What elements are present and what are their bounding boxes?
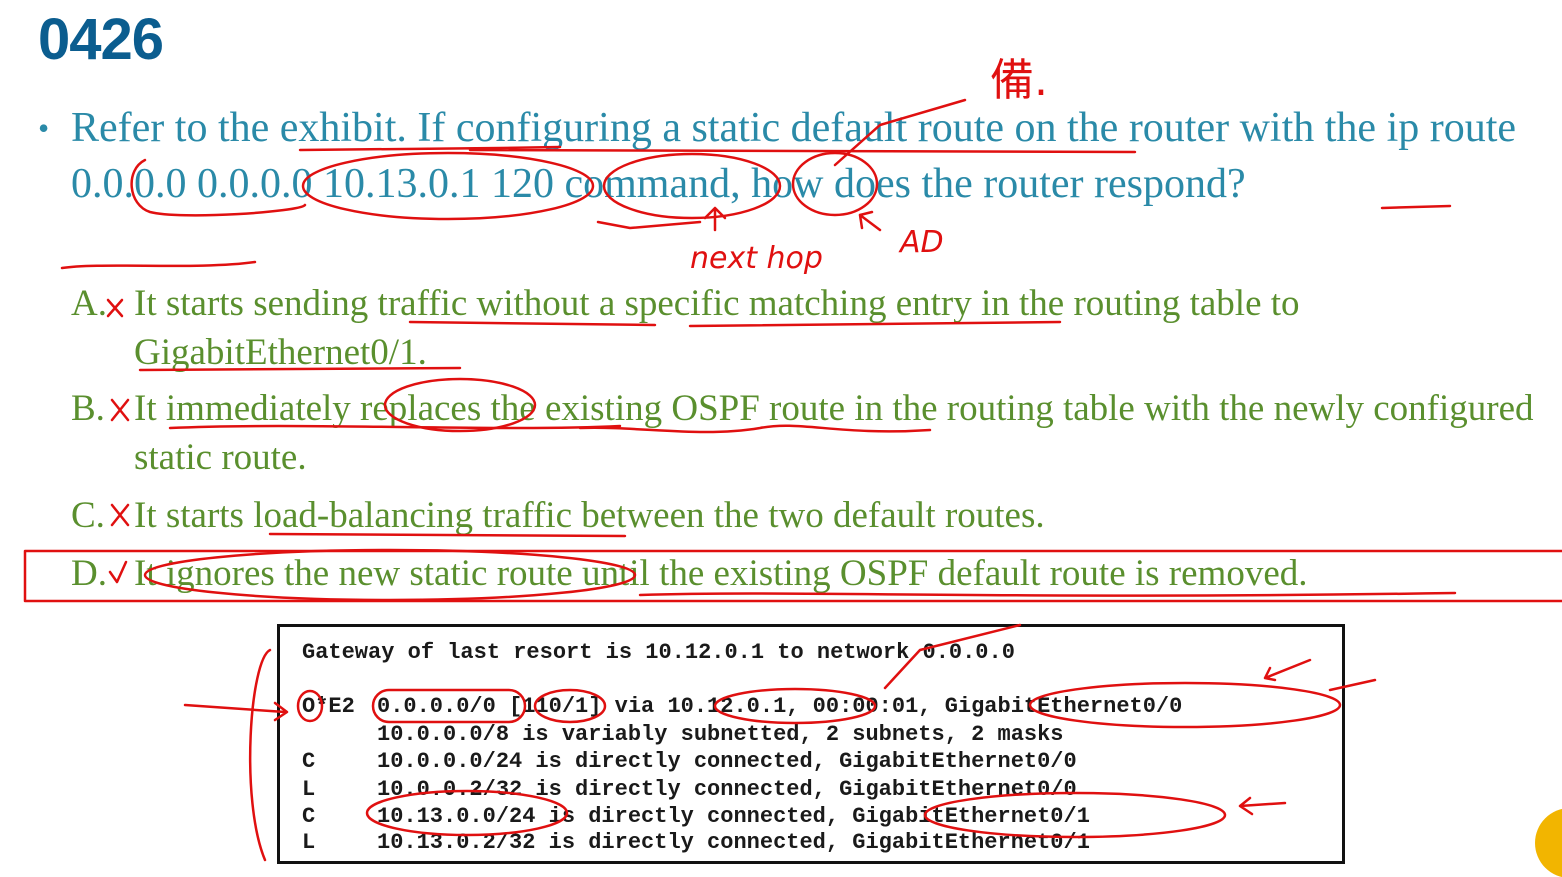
route-entry: 10.13.0.2/32 is directly connected, Giga… [377, 830, 1090, 855]
slide-title: 0426 [38, 7, 164, 72]
annotation-arrow [183, 701, 289, 722]
annotation-text-top: 備. [990, 55, 1048, 106]
option-c-letter: C. [71, 495, 105, 536]
annotation-underline [596, 220, 702, 230]
annotation-text-next-hop: next hop [690, 241, 823, 276]
option-b-text: It immediately replaces the existing OSP… [134, 388, 1534, 478]
gateway-line: Gateway of last resort is 10.12.0.1 to n… [302, 640, 1015, 665]
question-block: • Refer to the exhibit. If configuring a… [38, 100, 1538, 212]
logo [1535, 808, 1562, 877]
option-d-text: It ignores the new static route until th… [134, 553, 1308, 594]
route-code: L [302, 777, 316, 802]
route-entry: 10.13.0.0/24 is directly connected, Giga… [377, 804, 1090, 829]
route-entry: 10.0.0.0/24 is directly connected, Gigab… [377, 749, 1077, 774]
route-code: O*E2 [302, 694, 355, 719]
annotation-underline [60, 260, 257, 270]
option-a-letter: A. [71, 283, 107, 324]
option-a[interactable]: A. It starts sending traffic without a s… [71, 279, 1541, 377]
option-b-letter: B. [71, 388, 105, 429]
option-c-text: It starts load-balancing traffic between… [134, 495, 1045, 536]
annotation-bracket [248, 648, 272, 862]
route-entry: 10.0.0.0/8 is variably subnetted, 2 subn… [377, 722, 1064, 747]
route-entry: 10.0.0.2/32 is directly connected, Gigab… [377, 777, 1077, 802]
option-d[interactable]: D. It ignores the new static route until… [71, 549, 1541, 598]
routing-table-exhibit: Gateway of last resort is 10.12.0.1 to n… [277, 624, 1345, 864]
annotation-arrow [858, 210, 882, 232]
option-c[interactable]: C. It starts load-balancing traffic betw… [71, 491, 1541, 540]
route-code: C [302, 804, 316, 829]
bullet-icon: • [38, 110, 50, 146]
option-a-text: It starts sending traffic without a spec… [134, 283, 1300, 373]
route-code: C [302, 749, 316, 774]
route-code: L [302, 830, 316, 855]
option-b[interactable]: B. It immediately replaces the existing … [71, 384, 1541, 482]
option-d-letter: D. [71, 553, 107, 594]
route-entry: 0.0.0.0/0 [110/1] via 10.12.0.1, 00:00:0… [377, 694, 1183, 719]
question-text: Refer to the exhibit. If configuring a s… [71, 105, 1517, 207]
annotation-text-ad: AD [898, 225, 944, 260]
